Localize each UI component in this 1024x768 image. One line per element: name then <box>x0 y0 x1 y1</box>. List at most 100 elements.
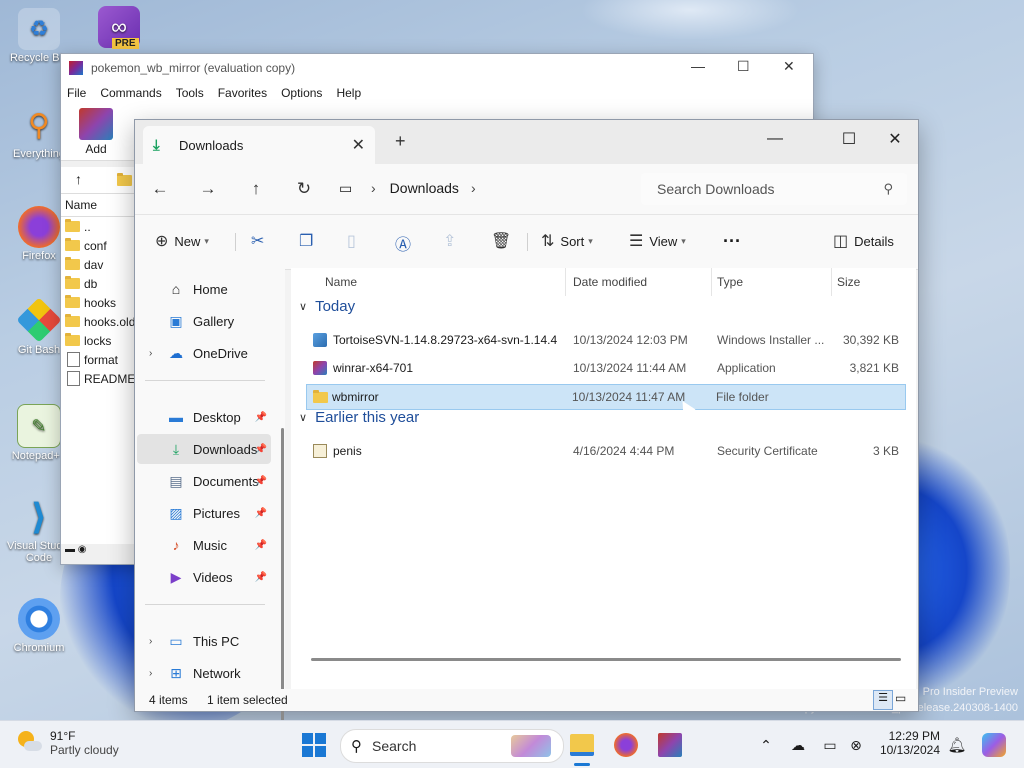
desktop-icon-visual-studio-preview[interactable]: ∞ PRE <box>86 6 152 50</box>
taskbar-file-explorer[interactable] <box>566 729 598 761</box>
menu-options[interactable]: Options <box>281 86 322 100</box>
desktop-icon-chromium[interactable]: Chromium <box>6 598 72 654</box>
nav-thispc[interactable]: › ▭ This PC <box>137 626 271 656</box>
maximize-icon[interactable]: ☐ <box>829 125 869 153</box>
back-arrow-icon[interactable]: ← <box>147 176 173 202</box>
taskbar-search[interactable]: ⚲ Search <box>340 729 564 763</box>
menu-tools[interactable]: Tools <box>176 86 204 100</box>
column-header-name[interactable]: Name <box>61 194 137 217</box>
search-input[interactable]: Search Downloads ⚲ <box>641 173 907 205</box>
horizontal-scrollbar[interactable] <box>311 658 901 661</box>
list-item[interactable]: README.txt <box>61 369 137 388</box>
column-header-size[interactable]: Size <box>837 275 860 289</box>
column-header-date[interactable]: Date modified <box>573 275 647 289</box>
close-tab-icon[interactable]: ✕ <box>352 135 365 155</box>
menu-commands[interactable]: Commands <box>100 86 161 100</box>
nav-videos[interactable]: ▶ Videos 📌 <box>137 562 271 592</box>
group-header-today[interactable]: ∨ Today <box>299 298 355 315</box>
list-item[interactable]: conf <box>61 236 137 255</box>
details-button[interactable]: ◫ Details <box>833 231 894 251</box>
share-button[interactable]: ⇪ <box>443 231 462 251</box>
minimize-icon[interactable]: — <box>691 58 705 74</box>
list-item[interactable]: .. <box>61 217 137 236</box>
menu-favorites[interactable]: Favorites <box>218 86 267 100</box>
list-item[interactable]: db <box>61 274 137 293</box>
pin-icon[interactable]: 📌 <box>255 444 267 455</box>
details-view-icon[interactable]: ☰ <box>873 690 893 710</box>
menu-help[interactable]: Help <box>336 86 361 100</box>
maximize-icon[interactable]: ☐ <box>737 58 750 75</box>
copy-button[interactable]: ❐ <box>299 231 319 251</box>
start-button[interactable] <box>298 729 330 761</box>
taskbar-firefox[interactable] <box>610 729 642 761</box>
nav-music[interactable]: ♪ Music 📌 <box>137 530 271 560</box>
forward-arrow-icon[interactable]: → <box>195 176 221 202</box>
menu-file[interactable]: File <box>67 86 86 100</box>
explorer-window[interactable]: ⤓ Downloads ✕ + — ☐ ✕ ← → ↑ ↻ ▭ › Downlo… <box>134 119 919 768</box>
group-header-earlier[interactable]: ∨ Earlier this year <box>299 409 419 426</box>
cut-button[interactable]: ✂ <box>251 231 270 251</box>
new-button[interactable]: ⊕ New ▾ <box>155 231 209 251</box>
pin-icon[interactable]: 📌 <box>255 508 267 519</box>
divider[interactable] <box>711 268 712 296</box>
copilot-button[interactable] <box>978 729 1010 761</box>
nav-documents[interactable]: ▤ Documents 📌 <box>137 466 271 496</box>
monitor-icon[interactable]: ▭ <box>816 729 844 761</box>
tab-downloads[interactable]: ⤓ Downloads ✕ <box>143 126 375 164</box>
nav-home[interactable]: ⌂ Home <box>137 274 271 304</box>
list-item[interactable]: dav <box>61 255 137 274</box>
nav-desktop[interactable]: ▬ Desktop 📌 <box>137 402 271 432</box>
breadcrumb-downloads[interactable]: Downloads <box>390 180 459 196</box>
chevron-right-icon[interactable]: › <box>149 636 152 647</box>
up-arrow-icon[interactable]: ↑ <box>243 176 269 202</box>
pin-icon[interactable]: 📌 <box>255 476 267 487</box>
table-row[interactable]: TortoiseSVN-1.14.8.29723-x64-svn-1.14.4 … <box>307 328 905 352</box>
chevron-right-icon[interactable]: › <box>149 668 152 679</box>
pin-icon[interactable]: 📌 <box>255 572 267 583</box>
more-options-icon[interactable]: ··· <box>723 231 741 252</box>
pin-icon[interactable]: 📌 <box>255 540 267 551</box>
chevron-right-icon[interactable]: › <box>149 348 152 359</box>
refresh-icon[interactable]: ↻ <box>291 176 317 202</box>
add-button[interactable]: Add <box>79 108 113 156</box>
up-arrow-icon[interactable]: ↑ <box>75 171 82 187</box>
chevron-right-icon[interactable]: › <box>471 180 476 196</box>
list-item[interactable]: format <box>61 350 137 369</box>
weather-widget[interactable]: 91°F Partly cloudy <box>16 729 119 757</box>
table-row-selected[interactable]: wbmirror 10/13/2024 11:47 AM File folder <box>306 384 906 410</box>
minimize-icon[interactable]: — <box>755 125 795 153</box>
table-row[interactable]: winrar-x64-701 10/13/2024 11:44 AM Appli… <box>307 356 905 380</box>
sort-button[interactable]: ⇅ Sort ▾ <box>541 231 593 251</box>
network-icon[interactable]: ⊗ <box>842 729 870 761</box>
nav-scrollbar[interactable] <box>281 428 284 768</box>
table-row[interactable]: penis 4/16/2024 4:44 PM Security Certifi… <box>307 439 905 463</box>
system-clock[interactable]: 12:29 PM 10/13/2024 <box>870 729 940 757</box>
column-header-name[interactable]: Name <box>325 275 357 289</box>
nav-onedrive[interactable]: › ☁ OneDrive <box>137 338 271 368</box>
pin-icon[interactable]: 📌 <box>255 412 267 423</box>
list-item[interactable]: locks <box>61 331 137 350</box>
rename-button[interactable]: Ⓐ <box>395 231 417 255</box>
close-icon[interactable]: ✕ <box>875 125 915 153</box>
nav-pictures[interactable]: ▨ Pictures 📌 <box>137 498 271 528</box>
column-header-type[interactable]: Type <box>717 275 743 289</box>
nav-network[interactable]: › ⊞ Network <box>137 658 271 688</box>
divider[interactable] <box>565 268 566 296</box>
chevron-up-icon[interactable]: ⌃ <box>752 729 780 761</box>
divider[interactable] <box>831 268 832 296</box>
cloud-sync-icon[interactable]: ☁ <box>784 729 812 761</box>
nav-gallery[interactable]: ▣ Gallery <box>137 306 271 336</box>
delete-button[interactable]: 🗑 <box>491 231 517 251</box>
taskbar-winrar[interactable] <box>654 729 686 761</box>
nav-downloads[interactable]: ⤓ Downloads 📌 <box>137 434 271 464</box>
view-button[interactable]: ☰ View ▾ <box>629 231 686 251</box>
chevron-right-icon[interactable]: › <box>371 180 376 196</box>
list-item[interactable]: hooks.old <box>61 312 137 331</box>
address-bar[interactable]: ▭ › Downloads › <box>339 172 629 204</box>
winrar-titlebar[interactable]: pokemon_wb_mirror (evaluation copy) — ☐ … <box>61 54 813 82</box>
notification-bell-icon[interactable]: 🔔︎ <box>944 729 970 761</box>
tiles-view-icon[interactable]: ▭ <box>895 691 906 705</box>
list-item[interactable]: hooks <box>61 293 137 312</box>
paste-button[interactable]: ▯ <box>347 231 362 251</box>
new-tab-icon[interactable]: + <box>395 131 406 152</box>
